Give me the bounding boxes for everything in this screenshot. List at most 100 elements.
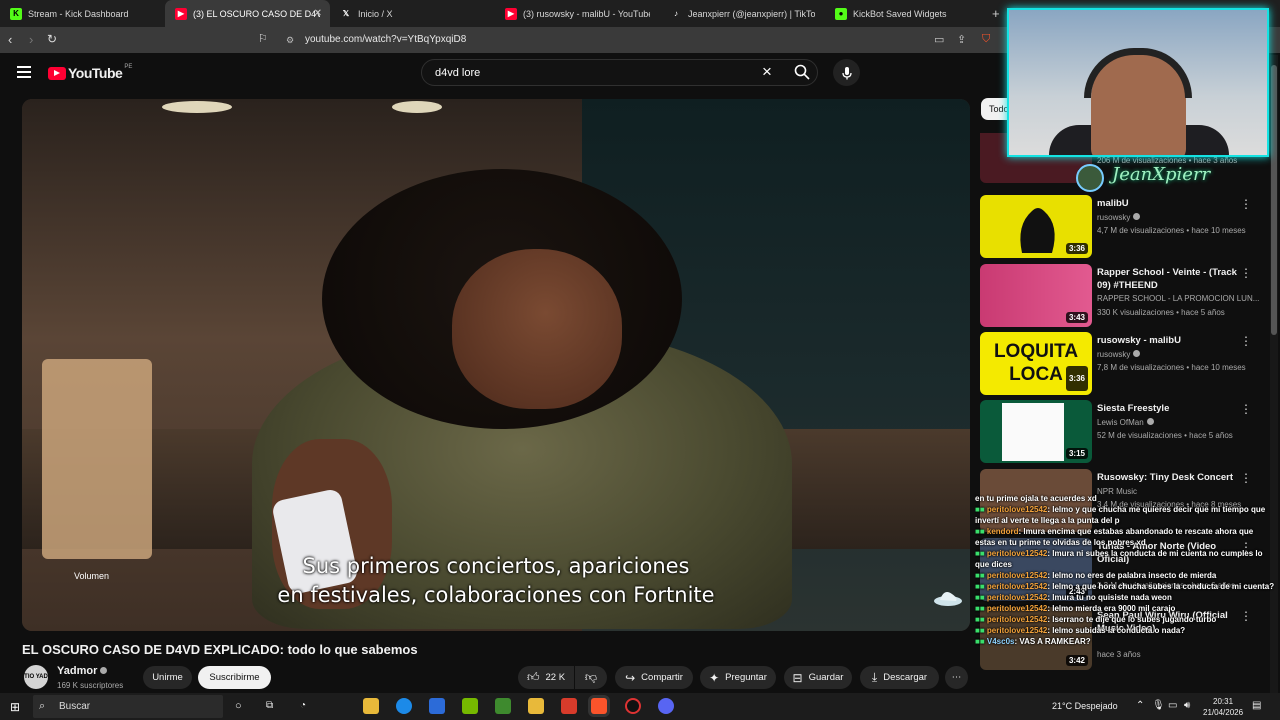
search-box[interactable]: d4vd lore ×: [421, 59, 818, 86]
subscribe-button[interactable]: Suscribirme: [198, 666, 271, 689]
chat-text: : lelmo no eres de palabra insecto de mi…: [1047, 571, 1217, 580]
windows-taskbar: ⊞ ⌕ Buscar ○ ⧉ ◔ 21°C Despejado ⌃ 🎙︎ ▭ 🔊…: [0, 693, 1280, 720]
share-button[interactable]: ↪ Compartir: [615, 666, 693, 689]
video-title: Rapper School - Veinte - (Track 09) #THE…: [1097, 267, 1237, 291]
kick-icon: K: [10, 7, 22, 20]
tab-tiktok[interactable]: ♪ Jeanxpierr (@jeanxpierr) | TikTok: [660, 0, 825, 27]
save-label: Guardar: [808, 672, 844, 683]
channel-avatar[interactable]: TIO YAD: [24, 665, 48, 689]
close-tab-icon[interactable]: ✕: [314, 8, 322, 19]
chat-user: peritolove12542: [986, 626, 1048, 635]
video-thumbnail: LOQUITA LOCA 3:36: [980, 332, 1092, 395]
streamer-name: JeanXpierr: [1112, 164, 1211, 185]
menu-icon[interactable]: [17, 66, 31, 78]
webcam-overlay: [1007, 8, 1269, 157]
tab-kickbot[interactable]: ● KickBot Saved Widgets: [825, 0, 990, 27]
verified-icon: [100, 667, 108, 674]
join-button[interactable]: Unirme: [143, 666, 192, 689]
recommendation-item[interactable]: 3:15 Siesta Freestyle Lewis OfMan 52 M d…: [980, 400, 1266, 465]
windows-start-icon[interactable]: ⊞: [10, 700, 20, 714]
url-field[interactable]: ⚙ youtube.com/watch?v=YtBqYpxqiD8: [250, 30, 1000, 50]
forward-icon[interactable]: ›: [29, 32, 33, 47]
dislike-button[interactable]: 👎︎: [575, 666, 607, 689]
kickbot-icon: ●: [835, 7, 847, 20]
taskbar-clock[interactable]: 20:31 21/04/2026: [1203, 696, 1243, 718]
search-icon[interactable]: [794, 64, 810, 83]
video-meta: 7,8 M de visualizaciones • hace 10 meses: [1097, 363, 1246, 372]
more-options-icon[interactable]: ⋮: [1240, 402, 1252, 416]
task-view-icon[interactable]: ⧉: [266, 700, 273, 711]
tray-chevron-icon[interactable]: ⌃: [1136, 700, 1144, 711]
recommendation-item[interactable]: 3:36 malibU rusowsky 4,7 M de visualizac…: [980, 195, 1266, 260]
channel-text: rusowsky: [1097, 350, 1131, 359]
nvidia-icon[interactable]: [462, 698, 478, 714]
more-options-icon[interactable]: ⋮: [1240, 334, 1252, 348]
edge-icon[interactable]: [396, 698, 412, 714]
tab-youtube-malibu[interactable]: ▶ (3) rusowsky - malibU - YouTube: [495, 0, 660, 27]
duration-badge: 3:36: [1065, 243, 1088, 254]
chat-badges-icon: ■■: [975, 582, 987, 591]
more-options-icon[interactable]: ⋮: [1240, 471, 1252, 485]
chat-message: ■■ peritolove12542: lelmo y que chucha m…: [975, 504, 1275, 526]
more-options-icon[interactable]: ⋮: [1240, 197, 1252, 211]
tab-label: (3) rusowsky - malibU - YouTube: [523, 8, 650, 19]
chat-message: ■■ kendord: lmura encima que estabas aba…: [975, 526, 1275, 548]
tab-kick-dashboard[interactable]: K Stream - Kick Dashboard: [0, 0, 165, 27]
more-actions-button[interactable]: ⋯: [945, 666, 968, 689]
cortana-icon[interactable]: ○: [235, 700, 242, 712]
chat-user: peritolove12542: [986, 582, 1048, 591]
back-icon[interactable]: ‹: [8, 32, 12, 47]
download-label: Descargar: [883, 672, 928, 683]
verified-icon: [1133, 350, 1141, 357]
chat-text: en tu prime ojala te acuerdes xd: [975, 494, 1097, 503]
caption-line-2: en festivales, colaboraciones con Fortni…: [277, 583, 715, 607]
tab-youtube-d4vd[interactable]: ▶ (3) EL OSCURO CASO DE D4VD ✕: [165, 0, 330, 27]
volume-icon[interactable]: 🔊︎: [1184, 700, 1190, 711]
folder-icon[interactable]: [528, 698, 544, 714]
thumbs-up-icon: 👍︎: [526, 670, 540, 684]
youtube-icon: ▶: [175, 7, 187, 20]
pinned-app-icon[interactable]: ◔: [300, 700, 306, 711]
file-explorer-icon[interactable]: [363, 698, 379, 714]
more-options-icon[interactable]: ⋮: [1240, 266, 1252, 280]
taskbar-search[interactable]: ⌕ Buscar: [33, 695, 223, 718]
network-icon[interactable]: ▭: [1168, 700, 1177, 711]
clock-date: 21/04/2026: [1203, 708, 1244, 717]
chat-message: ■■ peritolove12542: lserrano te dije que…: [975, 614, 1275, 625]
youtube-header: YouTube PE d4vd lore ×: [0, 53, 1005, 93]
channel-watermark-icon[interactable]: [932, 586, 964, 608]
tab-label: (3) EL OSCURO CASO DE D4VD: [193, 8, 320, 19]
obs-icon[interactable]: [625, 698, 641, 714]
discord-icon[interactable]: [658, 698, 674, 714]
download-icon: ⤓: [871, 670, 878, 684]
ask-button[interactable]: ✦ Preguntar: [700, 666, 776, 689]
search-input[interactable]: d4vd lore: [435, 67, 480, 79]
microphone-icon[interactable]: 🎙︎: [1152, 700, 1165, 711]
weather-widget[interactable]: 21°C Despejado: [1052, 701, 1118, 711]
voice-search-button[interactable]: [833, 59, 860, 86]
channel-name[interactable]: Yadmor: [57, 665, 108, 677]
like-button[interactable]: 👍︎ 22 K: [518, 666, 574, 689]
share-icon: ↪: [625, 670, 636, 685]
app-icon[interactable]: [561, 698, 577, 714]
cast-icon[interactable]: ▭: [934, 33, 944, 46]
brave-shield-icon[interactable]: ⛉: [982, 33, 990, 46]
recommendation-item[interactable]: LOQUITA LOCA 3:36 rusowsky - malibU ruso…: [980, 332, 1266, 397]
recommendation-item[interactable]: 3:43 Rapper School - Veinte - (Track 09)…: [980, 264, 1266, 329]
share-page-icon[interactable]: ⇪: [957, 33, 966, 46]
download-button[interactable]: ⤓ Descargar: [860, 666, 939, 689]
tab-x[interactable]: 𝕏 Inicio / X: [330, 0, 495, 27]
site-settings-icon[interactable]: ⚙: [286, 30, 294, 50]
video-player[interactable]: Sus primeros conciertos, apariciones en …: [22, 99, 970, 631]
brave-icon[interactable]: [591, 698, 607, 714]
clear-search-icon[interactable]: ×: [762, 62, 772, 82]
scrollbar-thumb[interactable]: [1271, 65, 1277, 335]
mail-icon[interactable]: [429, 698, 445, 714]
notifications-icon[interactable]: ▤: [1252, 700, 1261, 711]
new-tab-icon[interactable]: +: [992, 6, 1000, 21]
youtube-play-icon: [48, 66, 66, 80]
reload-icon[interactable]: ↻: [47, 32, 57, 46]
minecraft-icon[interactable]: [495, 698, 511, 714]
youtube-logo[interactable]: YouTube PE: [48, 64, 132, 81]
save-button[interactable]: ⊟ Guardar: [784, 666, 852, 689]
